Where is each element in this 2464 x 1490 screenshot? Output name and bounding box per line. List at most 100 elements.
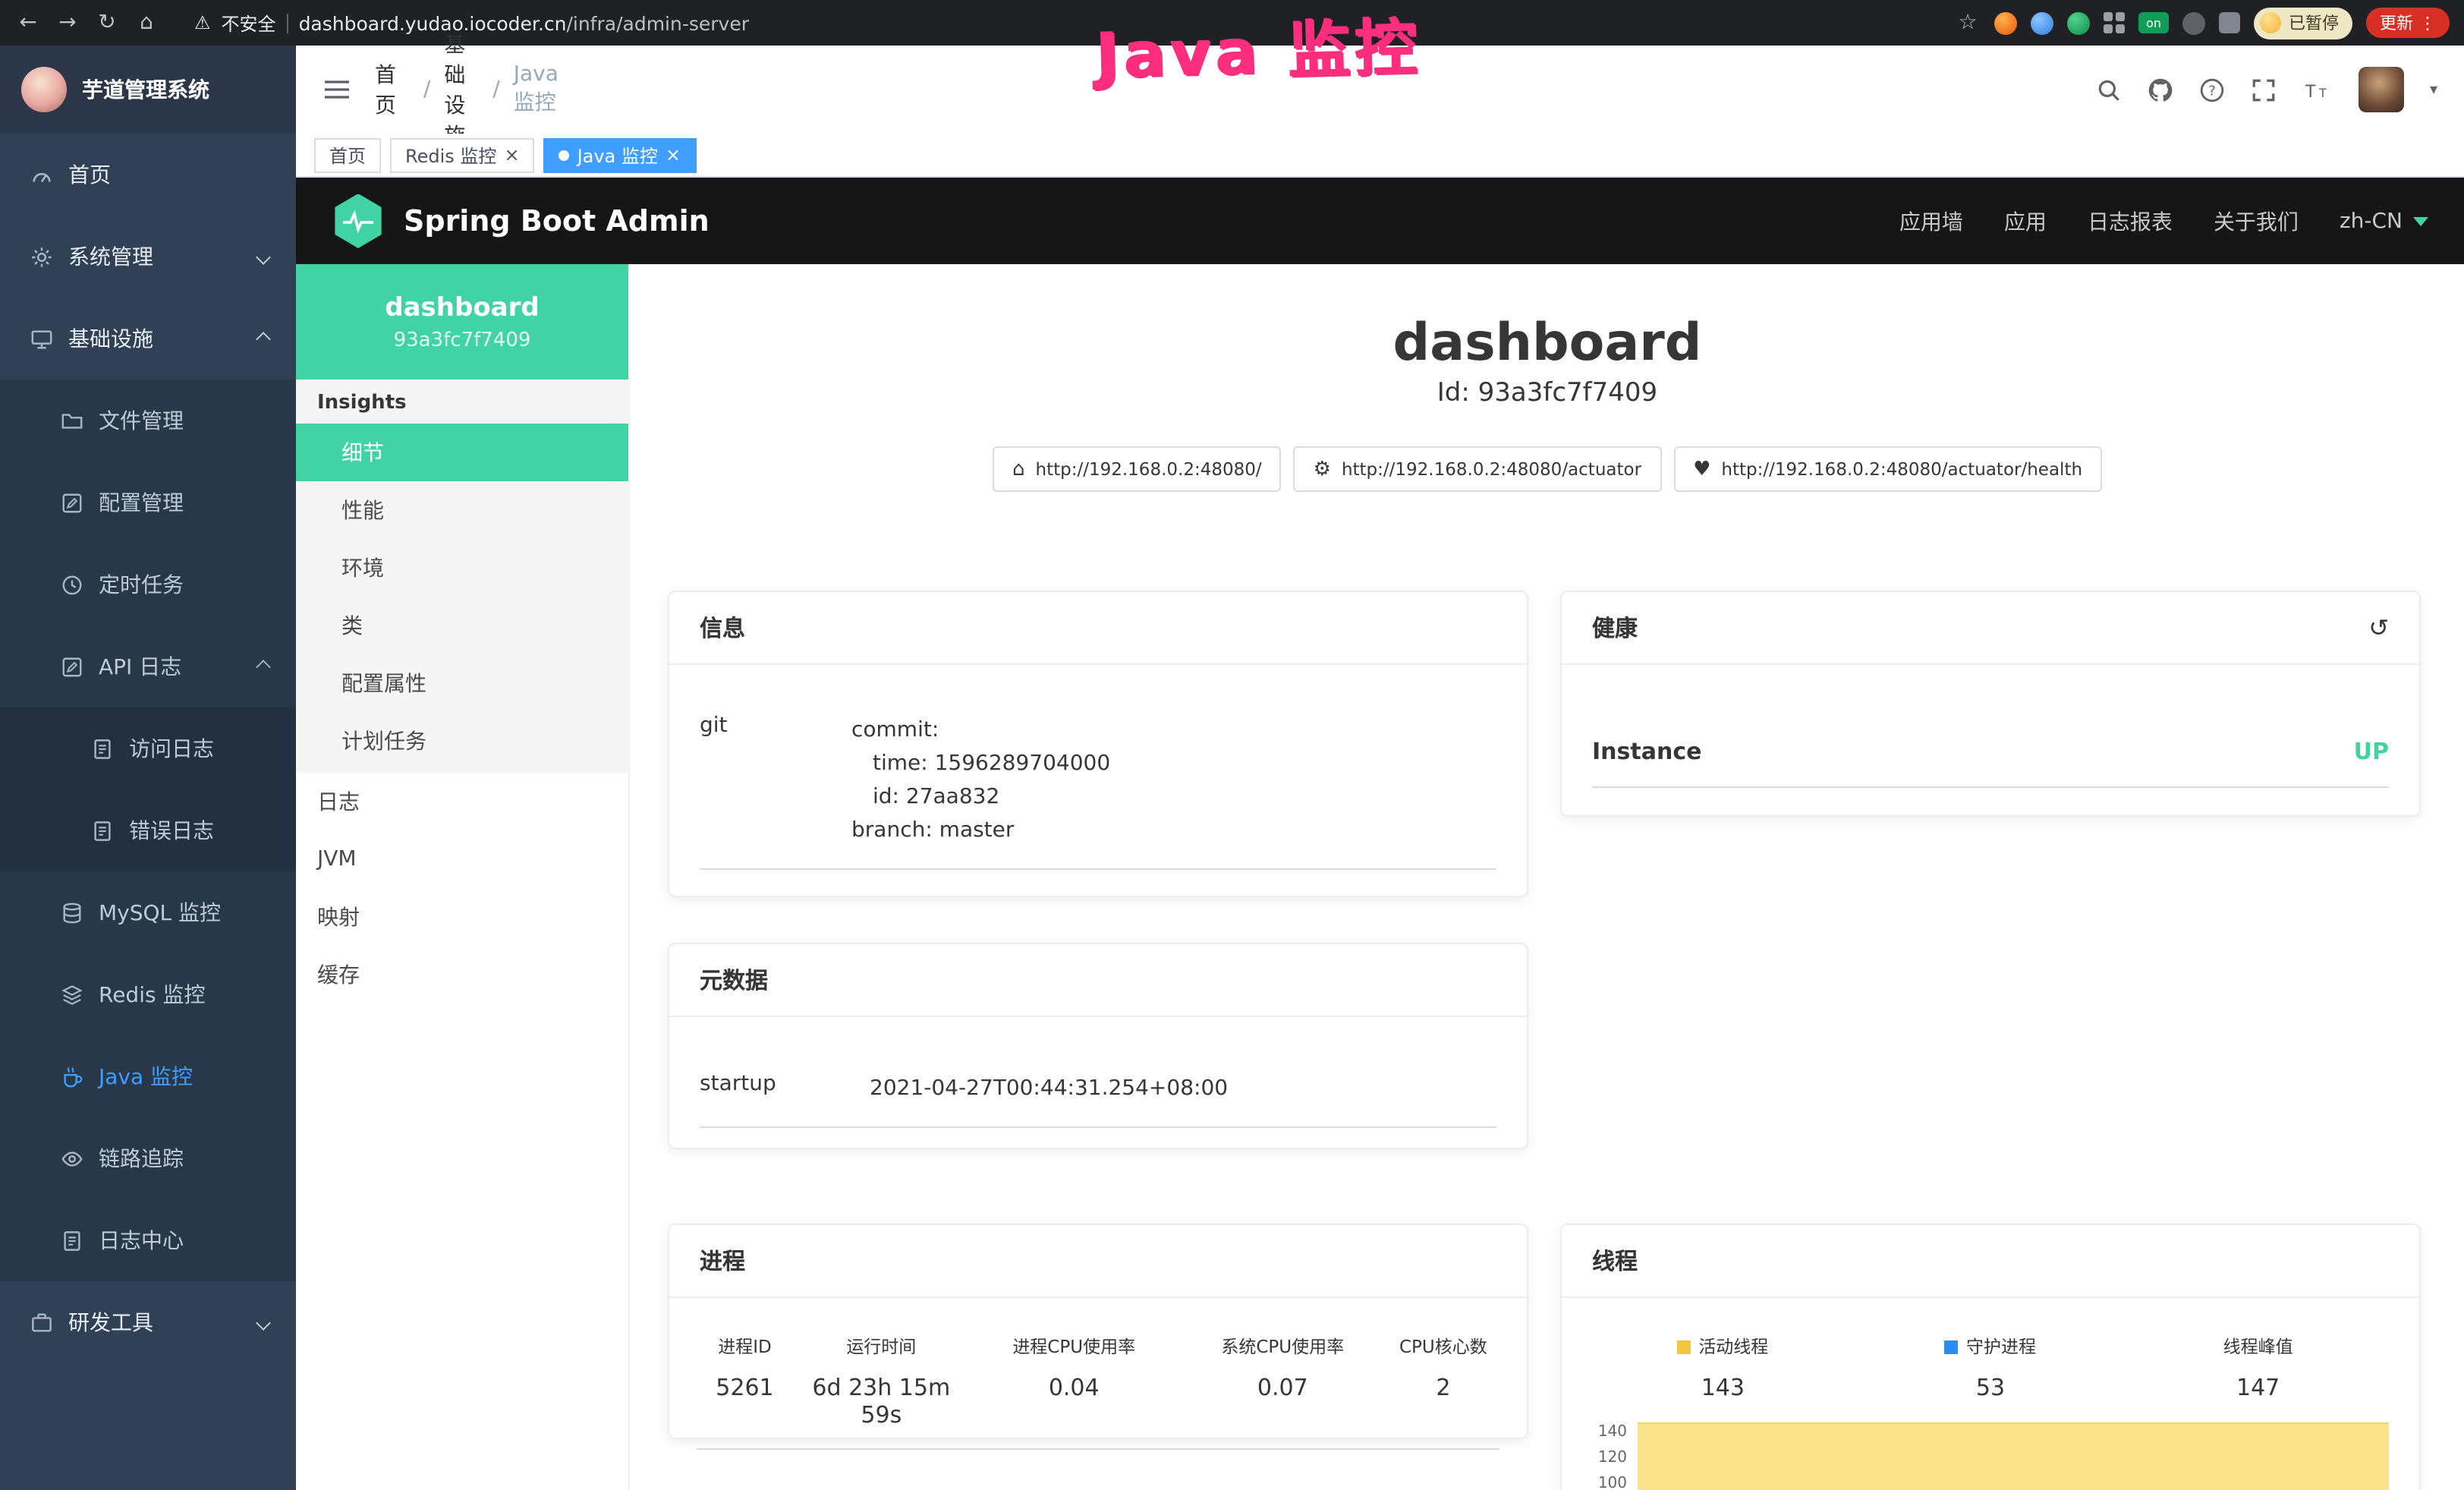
sidebar-item-java-monitor[interactable]: Java 监控	[0, 1035, 296, 1117]
tab-java-monitor[interactable]: Java 监控 ×	[544, 137, 696, 172]
sidebar-item-redis-monitor[interactable]: Redis 监控	[0, 953, 296, 1035]
sba-instance-name: dashboard	[385, 292, 539, 323]
tab-redis-monitor[interactable]: Redis 监控 ×	[390, 137, 535, 172]
process-column: 运行时间	[793, 1334, 970, 1359]
sidebar-item-file-management[interactable]: 文件管理	[0, 380, 296, 461]
dashboard-icon	[30, 163, 53, 186]
link-label: http://192.168.0.2:48080/	[1036, 458, 1262, 480]
sba-item-scheduled-tasks[interactable]: 计划任务	[296, 712, 628, 770]
bookmark-star-icon[interactable]: ☆	[1955, 12, 1981, 33]
sidebar-item-config-management[interactable]: 配置管理	[0, 461, 296, 543]
service-url-link[interactable]: ⌂ http://192.168.0.2:48080/	[993, 446, 1282, 492]
close-icon[interactable]: ×	[666, 146, 681, 164]
legend-label: 守护进程	[1966, 1334, 2036, 1359]
sba-item-environment[interactable]: 环境	[296, 539, 628, 597]
tab-home[interactable]: 首页	[314, 137, 381, 172]
threads-legend-peak: 线程峰值 147	[2124, 1334, 2392, 1401]
sba-locale-select[interactable]: zh-CN	[2340, 209, 2428, 233]
monitor-icon	[30, 327, 53, 350]
caret-down-icon[interactable]: ▾	[2430, 81, 2437, 98]
sidebar-item-label: 错误日志	[129, 815, 214, 846]
legend-swatch-blue	[1945, 1340, 1959, 1353]
sidebar-item-access-logs[interactable]: 访问日志	[0, 707, 296, 789]
sidebar-item-link-tracing[interactable]: 链路追踪	[0, 1117, 296, 1199]
sidebar-item-system-management[interactable]: 系统管理	[0, 216, 296, 298]
sidebar-item-scheduled-tasks[interactable]: 定时任务	[0, 543, 296, 625]
history-icon[interactable]: ↺	[2368, 613, 2389, 642]
sba-item-mappings[interactable]: 映射	[296, 888, 628, 946]
legend-value: 143	[1589, 1374, 1857, 1401]
sba-instance-header[interactable]: dashboard 93a3fc7f7409	[296, 264, 628, 380]
sidebar-item-api-logs[interactable]: API 日志	[0, 625, 296, 707]
help-icon[interactable]	[2199, 77, 2225, 102]
sidebar-item-label: API 日志	[99, 651, 181, 682]
extension-icon-green[interactable]	[2067, 11, 2090, 34]
sidebar-item-log-center[interactable]: 日志中心	[0, 1199, 296, 1281]
sba-item-performance[interactable]: 性能	[296, 481, 628, 539]
font-size-icon[interactable]	[2302, 77, 2333, 102]
profile-chip[interactable]: 已暂停	[2254, 7, 2352, 39]
sba-item-jvm[interactable]: JVM	[296, 830, 628, 888]
github-icon[interactable]	[2148, 77, 2173, 102]
extension-icon-grid[interactable]	[2104, 12, 2125, 33]
info-line: commit:	[851, 713, 1110, 747]
sba-nav-about[interactable]: 关于我们	[2214, 206, 2299, 236]
app-logo-row[interactable]: 芋道管理系统	[0, 46, 296, 134]
sidebar-item-dev-tools[interactable]: 研发工具	[0, 1281, 296, 1363]
sba-nav-applications[interactable]: 应用	[2004, 206, 2047, 236]
breadcrumb-home[interactable]: 首页	[375, 59, 410, 120]
threads-legend-daemon: 守护进程 53	[1857, 1334, 2125, 1401]
y-tick: 140	[1589, 1419, 1627, 1445]
sidebar-item-label: Redis 监控	[99, 979, 205, 1010]
sidebar-item-mysql-monitor[interactable]: MySQL 监控	[0, 871, 296, 953]
update-button[interactable]: 更新 ⋮	[2366, 8, 2450, 38]
caret-down-icon	[2413, 216, 2428, 225]
doc-icon	[91, 737, 114, 760]
breadcrumb-section[interactable]: 基础设施	[444, 29, 479, 150]
tab-label: Java 监控	[577, 142, 658, 168]
sidebar-item-label: 文件管理	[99, 405, 184, 436]
sba-item-caches[interactable]: 缓存	[296, 946, 628, 1003]
sidebar-item-error-logs[interactable]: 错误日志	[0, 789, 296, 871]
actuator-url-link[interactable]: ⚙ http://192.168.0.2:48080/actuator	[1294, 446, 1661, 492]
legend-label: 活动线程	[1698, 1334, 1768, 1359]
sba-brand-title[interactable]: Spring Boot Admin	[404, 204, 710, 238]
extension-icon-blue[interactable]	[2031, 11, 2053, 34]
sba-item-classes[interactable]: 类	[296, 597, 628, 654]
sidebar-item-home[interactable]: 首页	[0, 134, 296, 216]
stack-icon	[61, 983, 83, 1006]
close-icon[interactable]: ×	[504, 146, 519, 164]
home-button[interactable]: ⌂	[134, 12, 159, 33]
extension-icon-dark[interactable]	[2182, 11, 2205, 34]
threads-legend: 活动线程 143 守护进程 53 线程峰值 147	[1562, 1298, 2419, 1401]
process-column: 系统CPU使用率	[1179, 1334, 1387, 1359]
sidebar-item-infrastructure[interactable]: 基础设施	[0, 298, 296, 380]
spring-boot-admin-logo	[332, 194, 384, 248]
card-title: 信息	[700, 612, 745, 644]
sba-nav-wallboard[interactable]: 应用墙	[1899, 206, 1963, 236]
extension-icon-orange[interactable]	[1994, 11, 2017, 34]
sba-nav-journal[interactable]: 日志报表	[2088, 206, 2173, 236]
reload-button[interactable]: ↻	[94, 12, 120, 33]
extension-icon-on-badge[interactable]: on	[2138, 12, 2169, 33]
toolbar-right-cluster: ☆ on 已暂停 更新 ⋮	[1955, 7, 2450, 39]
extensions-puzzle-icon[interactable]	[2219, 12, 2240, 33]
info-line: time: 1596289704000	[851, 747, 1110, 780]
metadata-card-title: 元数据	[669, 944, 1527, 1017]
back-button[interactable]: ←	[15, 12, 41, 33]
threads-chart-plot	[1635, 1419, 2392, 1490]
search-icon[interactable]	[2096, 77, 2122, 102]
metadata-row-startup: startup 2021-04-27T00:44:31.254+08:00	[700, 1072, 1496, 1128]
sba-item-logs[interactable]: 日志	[296, 773, 628, 830]
forward-button[interactable]: →	[55, 12, 80, 33]
process-value: 5261	[697, 1374, 793, 1429]
health-card-title: 健康 ↺	[1562, 592, 2419, 665]
sba-item-details[interactable]: 细节	[296, 424, 628, 481]
health-url-link[interactable]: ♥ http://192.168.0.2:48080/actuator/heal…	[1673, 446, 2102, 492]
hamburger-icon[interactable]	[323, 77, 351, 102]
sidebar-item-label: 链路追踪	[99, 1143, 184, 1173]
sba-item-config-props[interactable]: 配置属性	[296, 654, 628, 712]
threads-chart-area-live	[1638, 1422, 2389, 1490]
fullscreen-icon[interactable]	[2251, 77, 2277, 102]
user-avatar[interactable]	[2359, 67, 2404, 112]
